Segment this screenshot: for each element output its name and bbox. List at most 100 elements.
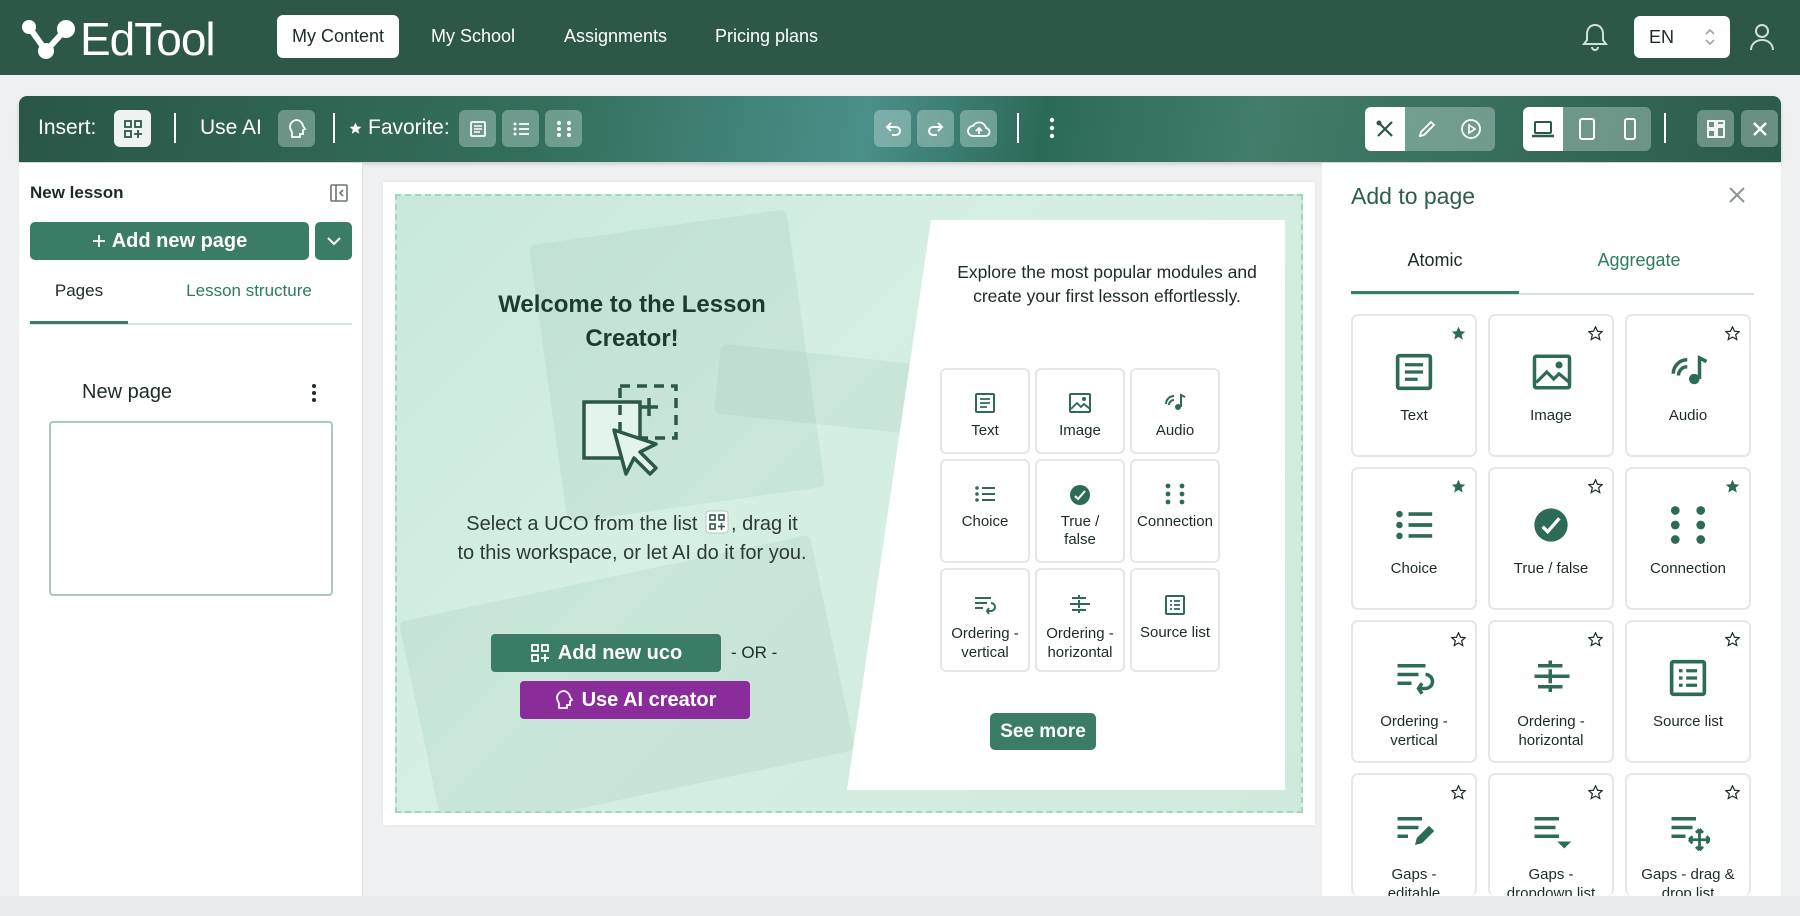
tile-label: True / false	[1513, 560, 1589, 577]
chevron-updown-icon	[1705, 28, 1715, 46]
page-thumbnail[interactable]	[49, 421, 333, 596]
uco-tile-gaps-editable[interactable]: Gaps - editable	[1351, 773, 1477, 896]
language-value: EN	[1649, 26, 1675, 47]
star-filled-icon[interactable]	[1451, 326, 1466, 341]
layout-button[interactable]	[1697, 110, 1734, 147]
user-icon[interactable]	[1748, 22, 1776, 52]
close-panel-icon[interactable]	[1727, 185, 1747, 205]
favorite-text-button[interactable]	[459, 110, 496, 147]
module-ordering-horizontal-tile[interactable]: Ordering - horizontal	[1035, 568, 1125, 672]
nav-my-school[interactable]: My School	[416, 15, 530, 58]
insert-uco-button[interactable]	[114, 110, 151, 147]
workspace-dropzone[interactable]: Welcome to the Lesson Creator! Select a …	[395, 194, 1303, 813]
tile-label: Gaps - dropdown list	[1506, 866, 1596, 896]
uco-tile-true-false[interactable]: True / false	[1488, 467, 1614, 610]
app-logo[interactable]: EdTool	[20, 12, 216, 66]
redo-icon	[927, 121, 943, 136]
close-editor-button[interactable]	[1741, 110, 1778, 147]
nav-my-content[interactable]: My Content	[277, 15, 400, 58]
image-icon	[1069, 393, 1091, 413]
star-outline-icon[interactable]	[1588, 632, 1603, 647]
add-page-dropdown-button[interactable]	[315, 222, 352, 260]
collapse-sidebar-icon[interactable]	[330, 184, 348, 202]
tab-lesson-structure[interactable]: Lesson structure	[174, 281, 324, 301]
tab-aggregate[interactable]: Aggregate	[1554, 250, 1724, 271]
star-outline-icon[interactable]	[1588, 479, 1603, 494]
layout-grid-icon	[1706, 119, 1725, 138]
tile-label: Source list	[1652, 713, 1724, 730]
uco-tile-text[interactable]: Text	[1351, 314, 1477, 457]
use-ai-button[interactable]	[278, 110, 315, 147]
favorite-connection-button[interactable]	[545, 110, 582, 147]
panel-title: Add to page	[1351, 183, 1476, 209]
page-options-icon[interactable]	[311, 383, 317, 403]
language-select[interactable]: EN	[1634, 16, 1730, 58]
toolbar-divider	[333, 113, 335, 143]
star-outline-icon[interactable]	[1588, 785, 1603, 800]
module-text-tile[interactable]: Text	[940, 368, 1030, 454]
active-tab-indicator	[30, 321, 128, 324]
toolbar-divider	[174, 113, 176, 143]
audio-icon	[1165, 393, 1186, 410]
add-new-page-button[interactable]: Add new page	[30, 222, 309, 260]
star-outline-icon[interactable]	[1725, 785, 1740, 800]
pencil-mode-button[interactable]	[1407, 107, 1447, 151]
lesson-sidebar: New lesson Add new page Pages Lesson str…	[19, 163, 363, 896]
preview-mode-button[interactable]	[1451, 107, 1491, 151]
add-new-page-label: Add new page	[111, 229, 248, 252]
star-outline-icon[interactable]	[1725, 632, 1740, 647]
module-source-list-tile[interactable]: Source list	[1130, 568, 1220, 672]
connection-icon	[1165, 483, 1185, 505]
star-outline-icon[interactable]	[1725, 326, 1740, 341]
uco-tile-image[interactable]: Image	[1488, 314, 1614, 457]
star-filled-icon[interactable]	[1725, 479, 1740, 494]
uco-tile-gaps-drag-drop[interactable]: Gaps - drag & drop list	[1625, 773, 1751, 896]
explore-modules-card: Explore the most popular modules and cre…	[847, 220, 1285, 790]
uco-tile-connection[interactable]: Connection	[1625, 467, 1751, 610]
mobile-view-button[interactable]	[1610, 107, 1650, 151]
grid-plus-icon	[123, 119, 142, 138]
top-navigation: EdTool My Content My School Assignments …	[0, 0, 1800, 75]
undo-button[interactable]	[874, 110, 911, 147]
star-outline-icon[interactable]	[1588, 326, 1603, 341]
star-filled-icon[interactable]	[1451, 479, 1466, 494]
module-audio-tile[interactable]: Audio	[1130, 368, 1220, 454]
nav-pricing-plans[interactable]: Pricing plans	[700, 15, 833, 58]
favorite-choice-button[interactable]	[502, 110, 539, 147]
laptop-icon	[1532, 121, 1554, 138]
text-icon	[975, 393, 995, 413]
uco-tile-ordering-horizontal[interactable]: Ordering - horizontal	[1488, 620, 1614, 763]
tab-atomic[interactable]: Atomic	[1351, 250, 1519, 271]
module-connection-tile[interactable]: Connection	[1130, 459, 1220, 563]
tab-pages[interactable]: Pages	[30, 281, 128, 301]
uco-tile-ordering-vertical[interactable]: Ordering - vertical	[1351, 620, 1477, 763]
more-options-icon[interactable]	[1049, 116, 1055, 140]
gaps-editable-icon	[1397, 817, 1435, 845]
uco-tile-source-list[interactable]: Source list	[1625, 620, 1751, 763]
page-item-name[interactable]: New page	[82, 381, 172, 404]
module-label: Connection	[1137, 513, 1213, 530]
uco-tile-choice[interactable]: Choice	[1351, 467, 1477, 610]
star-outline-icon[interactable]	[1451, 632, 1466, 647]
use-ai-creator-button[interactable]: Use AI creator	[520, 681, 750, 719]
nav-assignments[interactable]: Assignments	[549, 15, 682, 58]
background-keyboard-shape	[398, 534, 856, 811]
add-to-page-panel: Add to page Atomic Aggregate Text Image …	[1322, 163, 1781, 896]
redo-button[interactable]	[917, 110, 954, 147]
module-image-tile[interactable]: Image	[1035, 368, 1125, 454]
see-more-button[interactable]: See more	[990, 713, 1096, 750]
save-cloud-button[interactable]	[960, 110, 997, 147]
tablet-view-button[interactable]	[1567, 107, 1607, 151]
star-outline-icon[interactable]	[1451, 785, 1466, 800]
module-true-false-tile[interactable]: True / false	[1035, 459, 1125, 563]
connection-icon	[1670, 506, 1706, 544]
add-new-uco-button[interactable]: Add new uco	[491, 634, 721, 672]
module-choice-tile[interactable]: Choice	[940, 459, 1030, 563]
uco-tile-gaps-dropdown[interactable]: Gaps - dropdown list	[1488, 773, 1614, 896]
uco-tile-audio[interactable]: Audio	[1625, 314, 1751, 457]
notification-bell-icon[interactable]	[1582, 22, 1608, 52]
edit-mode-button[interactable]	[1365, 107, 1405, 151]
module-ordering-vertical-tile[interactable]: Ordering - vertical	[940, 568, 1030, 672]
desktop-view-button[interactable]	[1523, 107, 1563, 151]
play-circle-icon	[1461, 119, 1481, 139]
